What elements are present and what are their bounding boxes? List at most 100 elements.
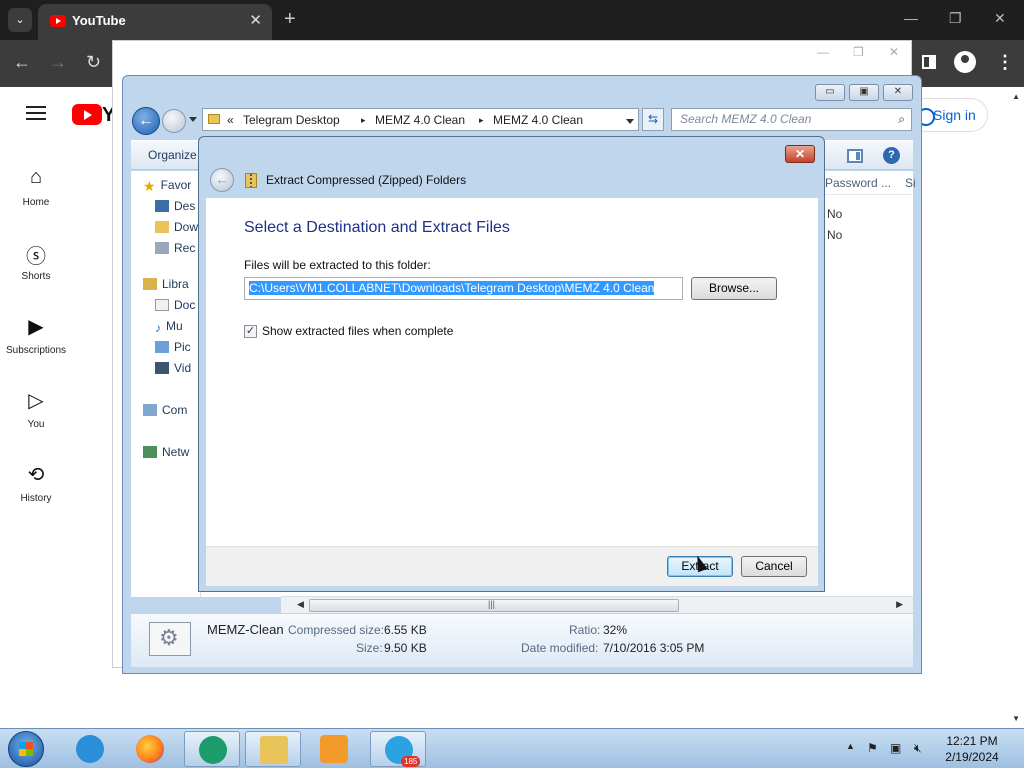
recent-pages-dropdown-icon[interactable] [189, 117, 197, 122]
column-header-size[interactable]: Si [905, 176, 916, 190]
page-scroll-down-icon[interactable]: ▼ [1012, 714, 1020, 723]
breadcrumb-item[interactable]: MEMZ 4.0 Clean [375, 113, 465, 127]
destination-path-input[interactable]: C:\Users\VM1.COLLABNET\Downloads\Telegra… [244, 277, 683, 300]
breadcrumb-item[interactable]: MEMZ 4.0 Clean [493, 113, 583, 127]
yt-nav-you[interactable]: ▷ You [0, 388, 72, 430]
bg-close-button[interactable]: ✕ [889, 45, 899, 59]
hamburger-menu-icon[interactable] [26, 106, 46, 120]
yt-nav-shorts[interactable]: ⓢ Shorts [0, 240, 72, 282]
browser-minimize-button[interactable]: — [904, 10, 918, 26]
preview-pane-icon[interactable] [847, 149, 863, 163]
internet-explorer-icon [76, 735, 104, 763]
history-icon: ⟲ [27, 464, 45, 486]
tab-close-icon[interactable]: ✕ [249, 11, 262, 29]
nav-music[interactable]: ♪ Mu [155, 319, 183, 335]
page-scroll-up-icon[interactable]: ▲ [1012, 92, 1020, 101]
file-explorer-icon [260, 736, 288, 764]
network-icon [143, 446, 157, 458]
cancel-button[interactable]: Cancel [741, 556, 807, 577]
forward-arrow-icon[interactable]: → [49, 52, 67, 73]
address-dropdown-icon[interactable] [626, 119, 634, 124]
nav-favorites[interactable]: ★ Favor [143, 178, 191, 194]
yt-nav-home[interactable]: ⌂ Home [0, 166, 72, 208]
search-icon[interactable]: ⌕ [898, 112, 905, 127]
nav-videos[interactable]: Vid [155, 361, 191, 375]
explorer-minimize-button[interactable]: ▭ [815, 84, 845, 101]
breadcrumb-item[interactable]: Telegram Desktop [243, 113, 340, 127]
breadcrumb-separator-icon[interactable]: ▸ [479, 115, 484, 126]
ratio-label: Ratio: [569, 623, 601, 637]
explorer-back-button[interactable]: ← [132, 107, 160, 135]
star-icon: ★ [143, 178, 156, 194]
show-hidden-icons-icon[interactable]: ▲ [846, 741, 855, 751]
tab-search-chevron-icon[interactable]: ⌄ [8, 8, 32, 32]
taskbar-internet-explorer[interactable] [62, 731, 118, 767]
destination-path-text: C:\Users\VM1.COLLABNET\Downloads\Telegra… [249, 281, 655, 295]
volume-muted-icon[interactable]: 🔇︎ [914, 741, 922, 756]
scroll-left-icon[interactable]: ◀ [297, 599, 304, 610]
start-button[interactable] [8, 731, 44, 767]
yt-nav-subscriptions[interactable]: ▶ Subscriptions [0, 314, 72, 356]
taskbar: 185 ▲ ⚑ ▣ 🔇︎ 12:21 PM 2/19/2024 [0, 728, 1024, 768]
nav-documents[interactable]: Doc [155, 298, 195, 312]
scrollbar-thumb[interactable]: ||| [309, 599, 679, 612]
help-icon[interactable]: ? [883, 147, 900, 164]
side-panel-icon[interactable] [922, 55, 936, 69]
address-bar[interactable]: « Telegram Desktop ▸ MEMZ 4.0 Clean ▸ ME… [202, 108, 639, 131]
nav-label: Mu [166, 319, 183, 333]
nav-libraries[interactable]: Libra [143, 277, 189, 291]
back-arrow-icon[interactable]: ← [13, 52, 31, 73]
dialog-close-button[interactable]: ✕ [785, 145, 815, 163]
explorer-close-button[interactable]: ✕ [883, 84, 913, 101]
yt-nav-history[interactable]: ⟲ History [0, 462, 72, 504]
taskbar-telegram[interactable]: 185 [370, 731, 426, 767]
network-tray-icon[interactable]: ▣ [890, 741, 901, 755]
nav-computer[interactable]: Com [143, 403, 187, 417]
tab-youtube[interactable]: YouTube ✕ [38, 4, 272, 40]
browser-close-button[interactable]: ✕ [994, 10, 1006, 27]
organize-button[interactable]: Organize [148, 148, 197, 162]
profile-avatar-icon[interactable] [954, 51, 976, 73]
explorer-maximize-button[interactable]: ▣ [849, 84, 879, 101]
action-center-flag-icon[interactable]: ⚑ [867, 741, 878, 755]
system-clock[interactable]: 12:21 PM 2/19/2024 [940, 733, 1004, 765]
browser-restore-button[interactable]: ❐ [949, 10, 962, 27]
new-tab-button[interactable]: + [284, 8, 296, 31]
explorer-forward-button[interactable] [162, 109, 186, 133]
youtube-logo-icon[interactable] [72, 104, 102, 125]
youtube-favicon-icon [50, 15, 66, 27]
scroll-right-icon[interactable]: ▶ [896, 599, 903, 610]
taskbar-file-explorer[interactable] [245, 731, 301, 767]
nav-downloads[interactable]: Dow [155, 220, 198, 234]
extract-dialog: ✕ ← Extract Compressed (Zipped) Folders … [198, 136, 825, 592]
ratio-value: 32% [603, 623, 628, 637]
nav-recent-places[interactable]: Rec [155, 241, 195, 255]
nav-network[interactable]: Netw [143, 445, 189, 459]
taskbar-media-player[interactable] [306, 731, 362, 767]
bg-maximize-button[interactable]: ❐ [853, 45, 864, 59]
nav-pictures[interactable]: Pic [155, 340, 191, 354]
browse-button[interactable]: Browse... [691, 277, 777, 300]
music-icon: ♪ [155, 321, 161, 335]
refresh-icon[interactable]: ⇆ [642, 108, 664, 131]
column-header-password[interactable]: Password ... [825, 176, 891, 190]
nav-label: Libra [162, 277, 189, 291]
show-files-checkbox[interactable]: ✓ [244, 325, 257, 338]
bg-minimize-button[interactable]: — [817, 45, 829, 59]
libraries-icon [143, 278, 157, 290]
taskbar-firefox[interactable] [122, 731, 178, 767]
horizontal-scrollbar[interactable]: ◀ ||| ▶ [281, 596, 913, 613]
breadcrumb-overflow[interactable]: « [227, 113, 234, 127]
search-input[interactable]: Search MEMZ 4.0 Clean ⌕ [671, 108, 912, 131]
breadcrumb-separator-icon[interactable]: ▸ [361, 115, 366, 126]
nav-label: Dow [174, 220, 199, 234]
taskbar-app-green[interactable] [184, 731, 240, 767]
nav-desktop[interactable]: Des [155, 199, 195, 213]
nav-label: Vid [174, 361, 192, 375]
dialog-back-button[interactable]: ← [210, 168, 234, 192]
nav-label: Doc [174, 298, 196, 312]
reload-icon[interactable]: ↻ [86, 52, 101, 73]
computer-icon [143, 404, 157, 416]
show-files-checkbox-label[interactable]: Show extracted files when complete [262, 324, 453, 338]
browser-menu-icon[interactable]: ⋮ [996, 52, 1014, 73]
